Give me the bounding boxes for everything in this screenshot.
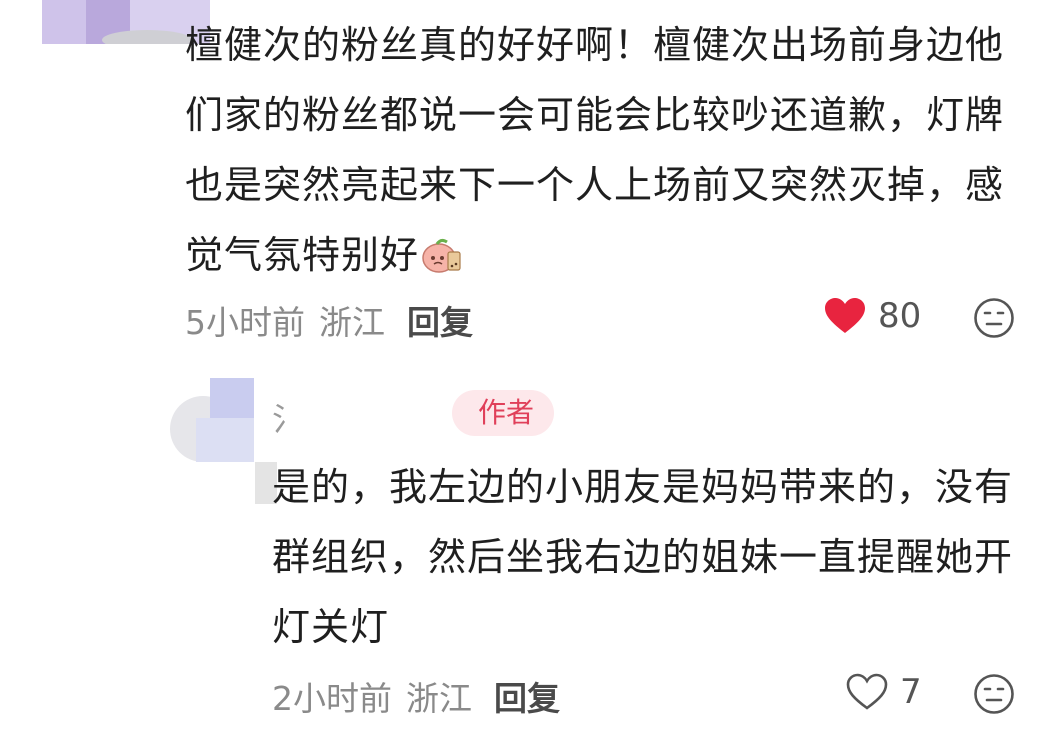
reply-comment-time: 2小时前 bbox=[272, 679, 392, 718]
reply-comment-location: 浙江 bbox=[406, 679, 472, 718]
heart-filled-icon bbox=[825, 298, 865, 333]
main-comment-body: 檀健次的粉丝真的好好啊！檀健次出场前身边他们家的粉丝都说一会可能会比较吵还道歉，… bbox=[185, 23, 1005, 277]
main-comment-text: 檀健次的粉丝真的好好啊！檀健次出场前身边他们家的粉丝都说一会可能会比较吵还道歉，… bbox=[185, 10, 1030, 290]
main-comment-location: 浙江 bbox=[319, 303, 385, 342]
reply-like-count: 7 bbox=[900, 672, 922, 712]
main-reply-button[interactable]: 回复 bbox=[407, 303, 473, 342]
heart-outline-icon bbox=[846, 673, 888, 710]
peach-boba-sticker bbox=[422, 238, 461, 273]
main-comment-time: 5小时前 bbox=[185, 303, 305, 342]
main-comment-meta: 5小时前 浙江 回复 bbox=[185, 296, 473, 344]
reply-like-button[interactable]: 7 bbox=[846, 672, 922, 712]
unhappy-face-icon[interactable] bbox=[973, 673, 1015, 715]
unhappy-face-icon[interactable] bbox=[973, 297, 1015, 339]
reply-reply-button[interactable]: 回复 bbox=[494, 679, 560, 718]
reply-comment-meta: 2小时前 浙江 回复 bbox=[272, 672, 560, 720]
reply-avatar[interactable] bbox=[170, 378, 254, 462]
main-like-button[interactable]: 80 bbox=[824, 296, 921, 336]
main-like-count: 80 bbox=[878, 296, 922, 336]
username-redaction bbox=[300, 390, 450, 434]
author-badge: 作者 bbox=[452, 390, 555, 436]
reply-comment-text: 是的，我左边的小朋友是妈妈带来的，没有群组织，然后坐我右边的姐妹一直提醒她开灯关… bbox=[272, 465, 1014, 649]
